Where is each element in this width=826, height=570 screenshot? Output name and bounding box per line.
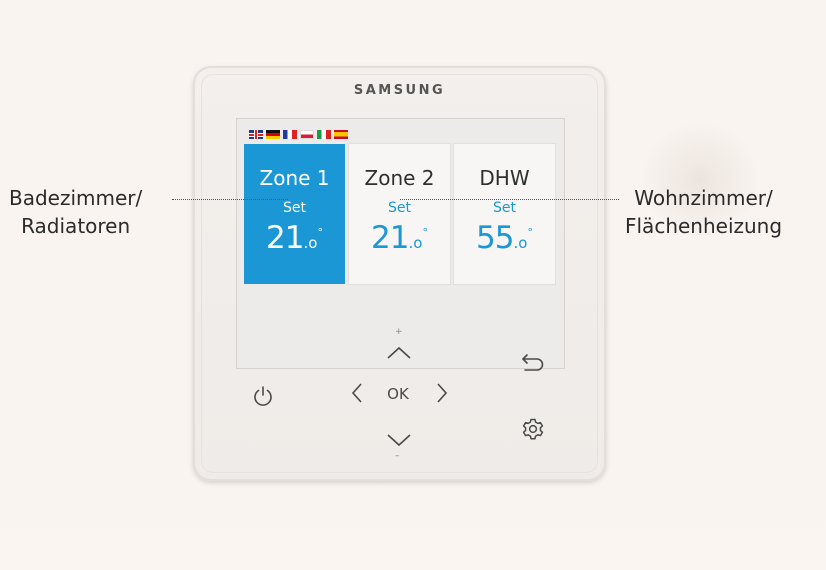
power-icon [254, 386, 272, 406]
temp-decimal: .o [303, 234, 318, 252]
left-button[interactable] [351, 382, 363, 404]
temp-integer: 55 [476, 220, 514, 256]
callout-left-line2: Radiatoren [21, 214, 131, 238]
zone-title: Zone 2 [364, 166, 435, 190]
brand-logo: SAMSUNG [353, 83, 446, 98]
zone-tile-zone2[interactable]: Zone 2 Set 21.o° [349, 144, 450, 284]
thermostat-controller: SAMSUNG Zone 1 Set 21.o° Zone 2 Set 21.o… [193, 66, 606, 481]
degree-symbol: ° [527, 226, 533, 239]
settings-button[interactable] [521, 417, 545, 441]
setpoint-temperature: 21.o° [244, 220, 345, 256]
language-flags [249, 130, 348, 139]
zone-title: Zone 1 [259, 166, 330, 190]
back-icon [522, 354, 544, 371]
zone-tile-zone1[interactable]: Zone 1 Set 21.o° [244, 144, 345, 284]
de-flag-icon[interactable] [266, 130, 280, 139]
set-label: Set [283, 200, 306, 216]
callout-right-line2: Flächenheizung [625, 214, 783, 238]
es-flag-icon[interactable] [334, 130, 348, 139]
background-bottom [0, 470, 826, 570]
zone-title: DHW [479, 166, 530, 190]
uk-flag-icon[interactable] [249, 130, 263, 139]
temp-decimal: .o [513, 234, 528, 252]
back-button[interactable] [520, 353, 546, 373]
degree-symbol: ° [317, 226, 323, 239]
temp-integer: 21 [266, 220, 304, 256]
callout-left: Badezimmer/ Radiatoren [9, 184, 142, 240]
set-label: Set [493, 200, 516, 216]
callout-right: Wohnzimmer/ Flächenheizung [625, 184, 782, 240]
pl-flag-icon[interactable] [300, 130, 314, 139]
zone-tiles: Zone 1 Set 21.o° Zone 2 Set 21.o° DHW Se… [244, 144, 555, 284]
power-button[interactable] [251, 384, 275, 408]
temp-decimal: .o [408, 234, 423, 252]
leader-line-left [172, 199, 288, 200]
callout-left-line1: Badezimmer/ [9, 186, 143, 210]
callout-right-line1: Wohnzimmer/ [634, 186, 773, 210]
chevron-up-icon [387, 346, 411, 359]
it-flag-icon[interactable] [317, 130, 331, 139]
minus-indicator: – [395, 451, 400, 461]
set-label: Set [388, 200, 411, 216]
gear-icon [522, 418, 544, 440]
chevron-left-icon [351, 383, 362, 403]
chevron-down-icon [387, 434, 411, 447]
zone-tile-dhw[interactable]: DHW Set 55.o° [454, 144, 555, 284]
fr-flag-icon[interactable] [283, 130, 297, 139]
setpoint-temperature: 21.o° [349, 220, 450, 256]
chevron-right-icon [437, 383, 448, 403]
degree-symbol: ° [422, 226, 428, 239]
plus-indicator: + [395, 327, 403, 337]
setpoint-temperature: 55.o° [454, 220, 555, 256]
temp-integer: 21 [371, 220, 409, 256]
ok-button[interactable]: OK [381, 387, 415, 402]
leader-line-right [400, 199, 619, 200]
up-button[interactable] [386, 346, 412, 360]
right-button[interactable] [436, 382, 448, 404]
down-button[interactable] [386, 433, 412, 447]
